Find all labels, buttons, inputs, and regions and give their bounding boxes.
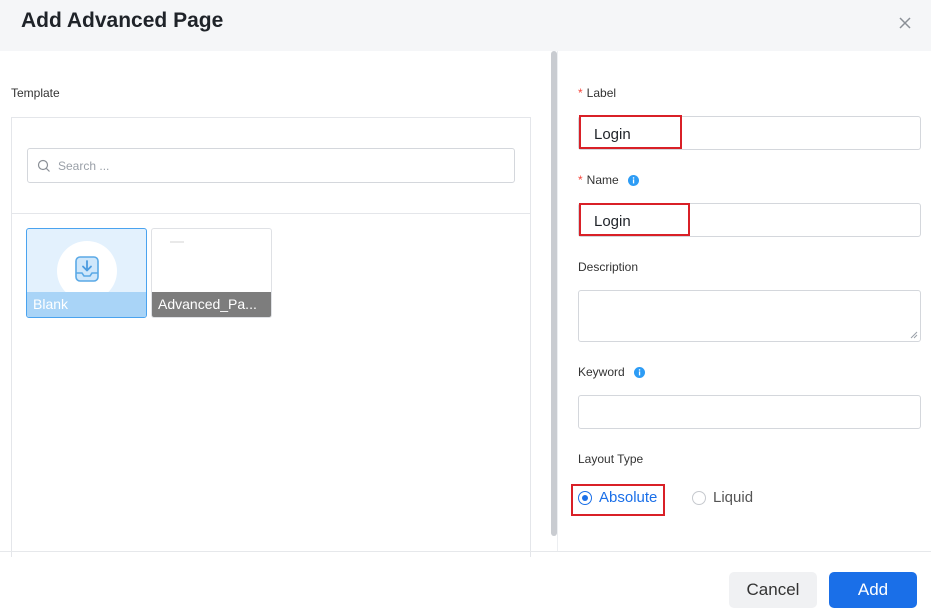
template-card-label: Blank [27,292,146,317]
description-field[interactable] [578,290,921,342]
keyword-input[interactable] [594,404,894,422]
resize-handle-icon[interactable] [910,331,918,339]
template-card-label: Advanced_Pa... [152,292,271,317]
name-input[interactable] [594,212,894,230]
template-divider [12,213,530,214]
template-label: Template [11,86,60,100]
radio-absolute-label: Absolute [599,489,658,506]
required-mark: * [578,86,583,100]
label-title: Label [586,86,617,100]
label-input[interactable] [594,125,894,143]
label-field-label: * Label [578,86,616,100]
keyword-field-label: Keyword [578,365,646,379]
name-field[interactable] [578,203,921,237]
panel-divider [557,51,558,551]
template-search[interactable] [27,148,515,183]
required-mark: * [578,173,583,187]
layout-type-label: Layout Type [578,452,644,466]
add-button[interactable]: Add [829,572,917,608]
keyword-title: Keyword [578,365,625,379]
radio-liquid-label: Liquid [713,489,754,506]
dialog-title: Add Advanced Page [21,9,224,32]
keyword-field[interactable] [578,395,921,429]
template-panel [11,117,531,557]
template-card-blank[interactable]: Blank [26,228,147,318]
radio-unselected-icon [692,491,706,505]
radio-selected-icon [578,491,592,505]
search-icon [37,159,50,172]
info-icon[interactable] [634,367,646,379]
dialog-header: Add Advanced Page [0,0,931,51]
name-field-label: * Name [578,173,640,187]
name-title: Name [586,173,619,187]
label-field[interactable] [578,116,921,150]
template-card-advanced[interactable]: Advanced_Pa... [151,228,272,318]
search-input[interactable] [58,156,498,176]
footer-divider [0,551,931,552]
description-field-label: Description [578,260,639,274]
info-icon[interactable] [628,175,640,187]
close-icon[interactable] [896,14,914,32]
template-preview [170,241,184,243]
inbox-download-icon [75,256,99,282]
cancel-button[interactable]: Cancel [729,572,817,608]
